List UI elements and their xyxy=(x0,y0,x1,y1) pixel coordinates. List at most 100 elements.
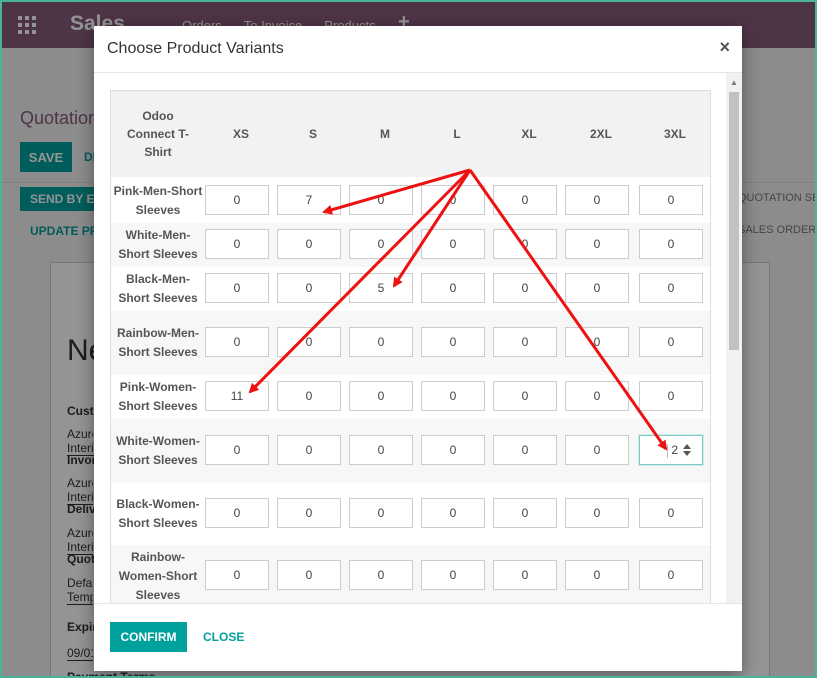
qty-input-r1-c2[interactable]: 0 xyxy=(349,229,413,259)
qty-value: 0 xyxy=(667,506,675,520)
qty-input-r5-c4[interactable]: 0 xyxy=(493,435,557,465)
qty-input-r1-c4[interactable]: 0 xyxy=(493,229,557,259)
qty-input-r3-c0[interactable]: 0 xyxy=(205,327,269,357)
qty-input-r0-c6[interactable]: 0 xyxy=(639,185,703,215)
qty-input-r5-c1[interactable]: 0 xyxy=(277,435,341,465)
qty-input-r6-c5[interactable]: 0 xyxy=(565,498,629,528)
qty-input-r0-c4[interactable]: 0 xyxy=(493,185,557,215)
qty-input-r1-c3[interactable]: 0 xyxy=(421,229,485,259)
qty-input-r1-c1[interactable]: 0 xyxy=(277,229,341,259)
qty-input-r1-c5[interactable]: 0 xyxy=(565,229,629,259)
qty-value: 0 xyxy=(667,237,675,251)
text-caret xyxy=(667,444,668,458)
qty-value: 0 xyxy=(377,506,385,520)
qty-value: 0 xyxy=(593,389,601,403)
qty-value: 0 xyxy=(233,193,241,207)
qty-value: 0 xyxy=(449,389,457,403)
qty-input-r0-c1[interactable]: 7 xyxy=(277,185,341,215)
qty-input-r1-c6[interactable]: 0 xyxy=(639,229,703,259)
qty-input-r2-c6[interactable]: 0 xyxy=(639,273,703,303)
qty-input-r3-c6[interactable]: 0 xyxy=(639,327,703,357)
column-header-6: 3XL xyxy=(663,127,686,141)
qty-value: 0 xyxy=(305,506,313,520)
scroll-thumb[interactable] xyxy=(729,92,739,350)
qty-value: 0 xyxy=(377,443,385,457)
qty-input-r6-c4[interactable]: 0 xyxy=(493,498,557,528)
screenshot-frame: Sales Orders To Invoice Products + Quota… xyxy=(0,0,817,678)
qty-input-r6-c6[interactable]: 0 xyxy=(639,498,703,528)
matrix-header: Odoo Connect T-Shirt XS S M L XL 2XL 3XL xyxy=(111,91,710,177)
qty-input-r3-c3[interactable]: 0 xyxy=(421,327,485,357)
qty-input-r7-c0[interactable]: 0 xyxy=(205,560,269,590)
qty-input-r0-c3[interactable]: 0 xyxy=(421,185,485,215)
qty-value: 0 xyxy=(449,281,457,295)
qty-value: 0 xyxy=(449,335,457,349)
qty-input-r5-c6[interactable]: 2 xyxy=(639,435,703,465)
qty-value: 0 xyxy=(593,281,601,295)
qty-value: 0 xyxy=(593,237,601,251)
qty-input-r1-c0[interactable]: 0 xyxy=(205,229,269,259)
qty-input-r2-c4[interactable]: 0 xyxy=(493,273,557,303)
qty-input-r5-c3[interactable]: 0 xyxy=(421,435,485,465)
dialog-scrollbar[interactable]: ▲ ▼ xyxy=(726,73,742,623)
qty-input-r7-c2[interactable]: 0 xyxy=(349,560,413,590)
qty-value: 0 xyxy=(233,506,241,520)
qty-input-r3-c1[interactable]: 0 xyxy=(277,327,341,357)
row-label-2: Black-Men-Short Sleeves xyxy=(118,272,198,305)
confirm-button[interactable]: CONFIRM xyxy=(110,622,187,652)
qty-value: 0 xyxy=(521,389,529,403)
qty-input-r4-c5[interactable]: 0 xyxy=(565,381,629,411)
qty-value: 0 xyxy=(305,389,313,403)
qty-input-r7-c4[interactable]: 0 xyxy=(493,560,557,590)
qty-value: 0 xyxy=(377,335,385,349)
qty-value: 0 xyxy=(233,443,241,457)
qty-input-r4-c0[interactable]: 11 xyxy=(205,381,269,411)
close-button[interactable]: CLOSE xyxy=(203,630,244,644)
qty-input-r7-c6[interactable]: 0 xyxy=(639,560,703,590)
qty-input-r7-c3[interactable]: 0 xyxy=(421,560,485,590)
qty-input-r2-c3[interactable]: 0 xyxy=(421,273,485,303)
qty-value: 0 xyxy=(667,389,675,403)
matrix-product-name: Odoo Connect T-Shirt xyxy=(127,109,189,159)
qty-input-r4-c1[interactable]: 0 xyxy=(277,381,341,411)
qty-input-r2-c1[interactable]: 0 xyxy=(277,273,341,303)
qty-input-r4-c2[interactable]: 0 xyxy=(349,381,413,411)
qty-input-r6-c0[interactable]: 0 xyxy=(205,498,269,528)
qty-input-r5-c0[interactable]: 0 xyxy=(205,435,269,465)
qty-input-r4-c3[interactable]: 0 xyxy=(421,381,485,411)
qty-input-r5-c2[interactable]: 0 xyxy=(349,435,413,465)
qty-input-r3-c2[interactable]: 0 xyxy=(349,327,413,357)
qty-input-r6-c3[interactable]: 0 xyxy=(421,498,485,528)
qty-input-r6-c1[interactable]: 0 xyxy=(277,498,341,528)
qty-value: 0 xyxy=(233,335,241,349)
qty-input-r7-c1[interactable]: 0 xyxy=(277,560,341,590)
qty-input-r4-c4[interactable]: 0 xyxy=(493,381,557,411)
number-spinner-icon[interactable] xyxy=(683,444,691,456)
qty-value: 0 xyxy=(449,443,457,457)
qty-input-r3-c5[interactable]: 0 xyxy=(565,327,629,357)
row-label-1: White-Men-Short Sleeves xyxy=(118,228,198,261)
scroll-up-arrow-icon[interactable]: ▲ xyxy=(730,78,738,87)
row-label-7: Rainbow-Women-Short Sleeves xyxy=(118,549,198,602)
qty-value: 0 xyxy=(377,389,385,403)
qty-input-r2-c0[interactable]: 0 xyxy=(205,273,269,303)
qty-input-r7-c5[interactable]: 0 xyxy=(565,560,629,590)
qty-input-r6-c2[interactable]: 0 xyxy=(349,498,413,528)
qty-input-r2-c5[interactable]: 0 xyxy=(565,273,629,303)
dialog-body: Odoo Connect T-Shirt XS S M L XL 2XL 3XL Pink-… xyxy=(94,73,742,623)
qty-input-r0-c5[interactable]: 0 xyxy=(565,185,629,215)
qty-input-r2-c2[interactable]: 5 xyxy=(349,273,413,303)
qty-input-r4-c6[interactable]: 0 xyxy=(639,381,703,411)
qty-input-r5-c5[interactable]: 0 xyxy=(565,435,629,465)
row-label-5: White-Women-Short Sleeves xyxy=(116,434,200,467)
qty-value: 0 xyxy=(305,443,313,457)
qty-input-r0-c2[interactable]: 0 xyxy=(349,185,413,215)
qty-value: 0 xyxy=(593,443,601,457)
qty-value: 0 xyxy=(521,568,529,582)
qty-input-r0-c0[interactable]: 0 xyxy=(205,185,269,215)
qty-value: 0 xyxy=(667,568,675,582)
qty-value: 2 xyxy=(671,443,678,457)
qty-value: 0 xyxy=(449,506,457,520)
qty-input-r3-c4[interactable]: 0 xyxy=(493,327,557,357)
close-icon[interactable]: × xyxy=(719,37,730,58)
